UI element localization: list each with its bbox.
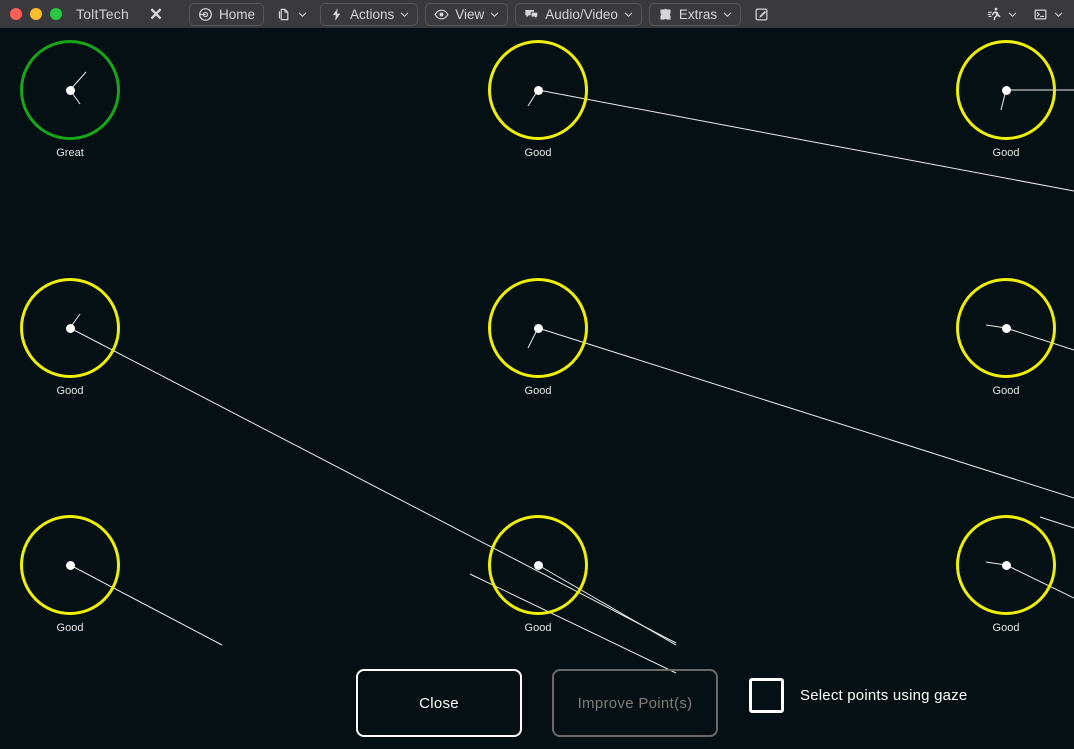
- toolbar-button-home-label: Home: [218, 6, 255, 22]
- title-bar: ToltTech ✕ Home Actions View Audio/Video…: [0, 0, 1074, 28]
- calibration-point[interactable]: Good: [20, 515, 120, 634]
- toolbar-button-audio-video[interactable]: Audio/Video: [515, 2, 642, 26]
- calibration-point[interactable]: Great: [20, 40, 120, 159]
- toolbar-button-audio-video-label: Audio/Video: [545, 6, 618, 22]
- eye-icon: [434, 7, 449, 22]
- chevron-down-icon: [490, 10, 499, 19]
- calibration-point-dot: [1001, 323, 1011, 333]
- calibration-point-dot: [533, 323, 543, 333]
- toolbar-button-home[interactable]: Home: [188, 2, 264, 26]
- calibration-point-label: Good: [524, 622, 552, 634]
- calibration-point[interactable]: Good: [956, 40, 1056, 159]
- close-button[interactable]: Close: [356, 669, 522, 737]
- calibration-point[interactable]: Good: [956, 515, 1056, 634]
- gaze-selection-control[interactable]: Select points using gaze: [749, 678, 967, 713]
- close-icon[interactable]: ✕: [145, 3, 167, 25]
- toolbar-button-run[interactable]: [984, 3, 1020, 26]
- chevron-down-icon: [1054, 10, 1063, 19]
- calibration-point-label: Good: [992, 147, 1020, 159]
- calibration-point-dot: [533, 85, 543, 95]
- calibration-point-dot: [1001, 560, 1011, 570]
- calibration-point[interactable]: Good: [488, 515, 588, 634]
- improve-points-button[interactable]: Improve Point(s): [552, 669, 718, 737]
- calibration-point-label: Good: [524, 385, 552, 397]
- calibration-point-dot: [65, 560, 75, 570]
- calibration-point[interactable]: Good: [488, 278, 588, 397]
- calibration-window: ToltTech ✕ Home Actions View Audio/Video…: [0, 0, 1074, 749]
- select-points-using-gaze-checkbox[interactable]: [749, 678, 784, 713]
- window-zoom-button[interactable]: [50, 8, 62, 20]
- chevron-down-icon: [298, 10, 307, 19]
- calibration-point[interactable]: Good: [20, 278, 120, 397]
- toolbar-button-terminal[interactable]: [1030, 3, 1066, 26]
- calibration-point-dot: [1001, 85, 1011, 95]
- bottom-bar: Close Improve Point(s) Select points usi…: [0, 657, 1074, 749]
- calibration-point[interactable]: Good: [956, 278, 1056, 397]
- calibration-point-dot: [65, 85, 75, 95]
- toolbar-button-edit[interactable]: [748, 3, 775, 26]
- home-target-icon: [198, 7, 213, 22]
- calibration-point-label: Good: [524, 147, 552, 159]
- toolbar-button-actions-label: Actions: [349, 6, 395, 22]
- calibration-point-label: Good: [992, 385, 1020, 397]
- puzzle-piece-icon: [658, 7, 673, 22]
- calibration-point-label: Good: [56, 385, 84, 397]
- calibration-point-label: Good: [56, 622, 84, 634]
- chevron-down-icon: [624, 10, 633, 19]
- calibration-point[interactable]: Good: [488, 40, 588, 159]
- edit-pencil-square-icon: [754, 7, 769, 22]
- toolbar-right-group: [984, 0, 1066, 28]
- running-person-icon: [987, 7, 1002, 22]
- chevron-down-icon: [723, 10, 732, 19]
- lightning-bolt-icon: [329, 7, 344, 22]
- app-title: ToltTech: [76, 6, 129, 22]
- toolbar-button-actions[interactable]: Actions: [319, 2, 419, 26]
- toolbar-button-extras[interactable]: Extras: [648, 2, 742, 26]
- select-points-using-gaze-label: Select points using gaze: [800, 687, 968, 704]
- calibration-point-label: Good: [992, 622, 1020, 634]
- terminal-icon: [1033, 7, 1048, 22]
- toolbar-button-extras-label: Extras: [678, 6, 718, 22]
- pages-copy-icon: [277, 7, 292, 22]
- toolbar: Home Actions View Audio/Video Extras: [188, 2, 775, 26]
- calibration-point-dot: [65, 323, 75, 333]
- speech-bubbles-icon: [524, 7, 539, 22]
- window-close-button[interactable]: [10, 8, 22, 20]
- calibration-canvas: Great Good Good Good Good Good Good Good…: [0, 28, 1074, 749]
- calibration-point-dot: [533, 560, 543, 570]
- traffic-lights: [0, 8, 62, 20]
- toolbar-button-pages[interactable]: [271, 3, 313, 26]
- window-minimize-button[interactable]: [30, 8, 42, 20]
- chevron-down-icon: [400, 10, 409, 19]
- chevron-down-icon: [1008, 10, 1017, 19]
- toolbar-button-view-label: View: [455, 6, 485, 22]
- calibration-point-label: Great: [56, 147, 84, 159]
- toolbar-button-view[interactable]: View: [425, 2, 509, 26]
